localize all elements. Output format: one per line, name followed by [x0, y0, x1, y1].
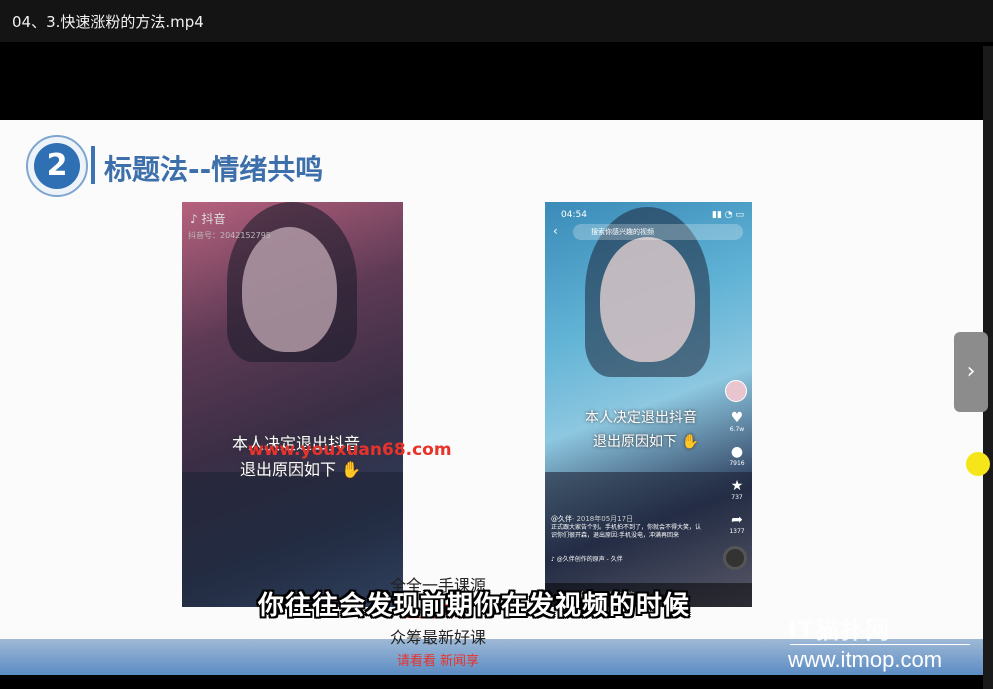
comment-button: ● 7916 [727, 444, 747, 467]
right-caption-line2: 退出原因如下 ✋ [593, 431, 699, 451]
author-avatar [725, 380, 747, 402]
portrait-face [600, 237, 695, 362]
video-title: 04、3.快速涨粉的方法.mp4 [12, 13, 204, 31]
share-count: 1377 [729, 528, 745, 535]
status-icons: ▮▮ ◔ ▭ [712, 210, 744, 220]
url-watermark: www.youxuan68.com [248, 440, 452, 460]
post-music: ♪ @久伴创作的原声 - 久伴 [551, 556, 623, 563]
site-logo-divider [790, 644, 970, 645]
left-caption-line2-text: 退出原因如下 [240, 460, 337, 479]
section-number: 2 [34, 143, 80, 189]
portrait-face [242, 227, 337, 352]
left-phone-screenshot: ♪ 抖音 抖音号：2042152795 本人决定退出抖音 退出原因如下 ✋ [182, 202, 403, 607]
tiktok-account-id: 抖音号：2042152795 [188, 231, 271, 240]
hand-emoji-icon: ✋ [681, 434, 699, 450]
post-author: @久伴· 2018年05月17日 [551, 514, 633, 524]
title-bar: 04、3.快速涨粉的方法.mp4 [0, 0, 993, 42]
favorite-button: ★ 737 [727, 478, 747, 501]
comment-count: 7916 [729, 460, 745, 467]
post-description: 正式跟大家告个别。手机拍不到了，你就会不得大笑，认识你们很开森，退出原因:手机没… [551, 524, 702, 539]
video-letterbox [0, 42, 993, 120]
watermark-line4: 请看看 新闻享 [396, 654, 480, 669]
like-button: ♥ 6.7w [727, 410, 747, 433]
post-author-name: @久伴 [551, 515, 572, 523]
watermark-line3: 众筹最新好课 [389, 628, 486, 647]
next-slide-button[interactable]: › [954, 332, 988, 412]
heading-divider [91, 146, 95, 184]
phone-search-bar: 搜索你感兴趣的视频 [573, 224, 743, 240]
share-button: ➦ 1377 [727, 512, 747, 535]
like-count: 6.7w [729, 426, 745, 433]
back-arrow-icon: ‹ [553, 224, 558, 238]
star-icon: ★ [730, 478, 744, 494]
star-count: 737 [731, 494, 743, 501]
status-time: 04:54 [561, 210, 587, 220]
comment-icon: ● [730, 444, 744, 460]
section-badge: 2 [26, 135, 88, 197]
chevron-right-icon: › [966, 359, 976, 384]
site-logo: IT猫扑网 [788, 616, 891, 644]
tiktok-app-name: 抖音 [201, 212, 226, 226]
cursor-highlight [966, 452, 990, 476]
right-caption-line1: 本人决定退出抖音 [585, 410, 697, 426]
heart-icon: ♥ [730, 410, 744, 426]
slide-heading: 标题法--情绪共鸣 [104, 153, 324, 186]
tiktok-logo: ♪ 抖音 [190, 212, 226, 226]
site-url: www.itmop.com [788, 647, 943, 672]
right-caption-line2-text: 退出原因如下 [593, 434, 677, 450]
music-disc-icon [723, 546, 747, 570]
post-date: · 2018年05月17日 [572, 515, 634, 523]
share-icon: ➦ [731, 512, 743, 528]
post-music-name: @久伴创作的原声 - 久伴 [556, 556, 623, 563]
hand-emoji-icon: ✋ [341, 460, 362, 479]
video-subtitle: 你往往会发现前期你在发视频的时候 [258, 591, 691, 621]
right-phone-screenshot: 04:54 ▮▮ ◔ ▭ ‹ 搜索你感兴趣的视频 ♥ 6.7w ● 7916 ★ 73… [545, 202, 752, 607]
